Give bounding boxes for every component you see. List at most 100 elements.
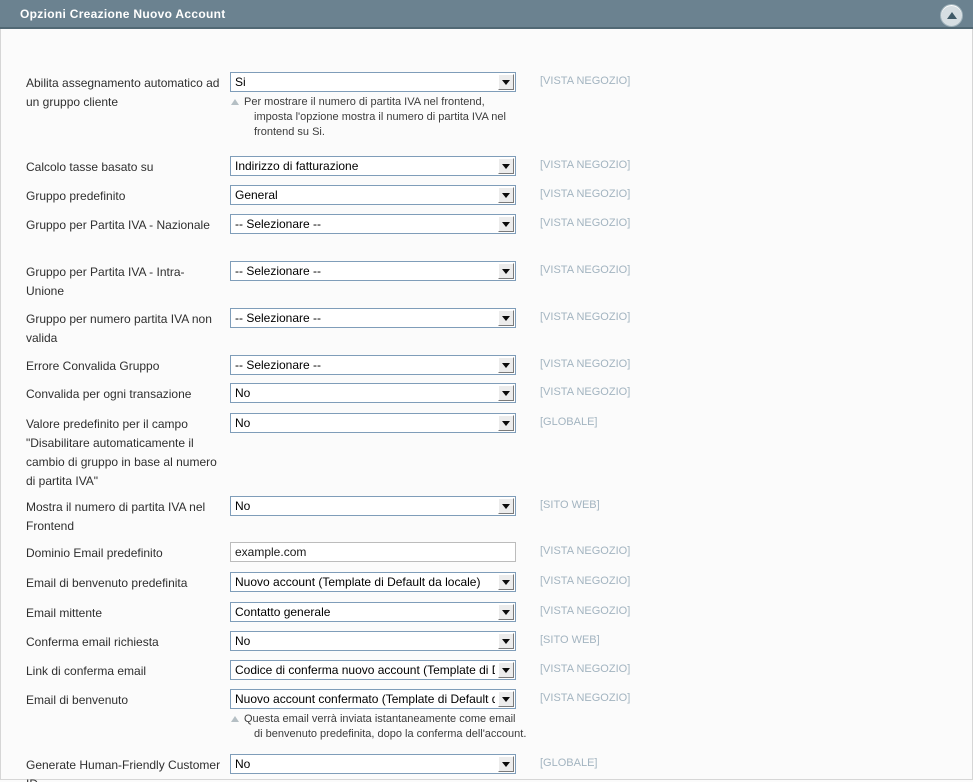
field-control [230,542,516,562]
chevron-down-icon[interactable] [498,357,514,373]
field-label: Abilita assegnamento automatico ad un gr… [26,76,220,109]
triangle-down-icon [502,503,510,509]
hint-line: Questa email verrà inviata istantaneamen… [244,713,516,725]
field-label: Calcolo tasse basato su [26,160,154,174]
chevron-down-icon[interactable] [498,574,514,590]
scope-label: [VISTA NEGOZIO] [540,75,631,87]
select-dropdown[interactable]: No [230,754,516,774]
triangle-down-icon [502,609,510,615]
triangle-down-icon [502,362,510,368]
field-control: No [230,754,516,774]
triangle-down-icon [502,163,510,169]
field-control: No [230,413,516,433]
select-dropdown[interactable]: General [230,185,516,205]
chevron-down-icon[interactable] [498,310,514,326]
page-title: Opzioni Creazione Nuovo Account [20,6,226,21]
chevron-down-icon[interactable] [498,498,514,514]
scope-label: [VISTA NEGOZIO] [540,386,631,398]
select-dropdown[interactable]: Contatto generale [230,602,516,622]
scope-label: [VISTA NEGOZIO] [540,188,631,200]
chevron-down-icon[interactable] [498,415,514,431]
select-dropdown[interactable]: -- Selezionare -- [230,355,516,375]
scope-label: [VISTA NEGOZIO] [540,663,631,675]
field-control: General [230,185,516,205]
chevron-down-icon[interactable] [498,633,514,649]
triangle-down-icon [502,761,510,767]
triangle-down-icon [502,638,510,644]
select-value: No [235,634,251,648]
triangle-down-icon [502,390,510,396]
field-control: No [230,383,516,403]
new-account-options-fieldset: Opzioni Creazione Nuovo Account Abilita … [0,0,973,782]
select-dropdown[interactable]: No [230,496,516,516]
scope-label: [VISTA NEGOZIO] [540,692,631,704]
field-label: Convalida per ogni transazione [26,387,192,401]
scope-label: [SITO WEB] [540,634,600,646]
field-control: No [230,631,516,651]
scope-label: [VISTA NEGOZIO] [540,545,631,557]
hint-line: frontend su Si. [254,126,325,138]
field-control: Contatto generale [230,602,516,622]
triangle-up-bullet-icon [231,99,239,105]
chevron-down-icon[interactable] [498,756,514,772]
field-control: Nuovo account confermato (Template di De… [230,689,526,742]
collapse-toggle-button[interactable] [940,4,963,27]
field-label: Dominio Email predefinito [26,546,163,560]
select-value: -- Selezionare -- [235,217,322,231]
select-value: Si [235,75,246,89]
fieldset-header: Opzioni Creazione Nuovo Account [0,0,973,29]
field-label: Email mittente [26,606,103,620]
field-hint: Questa email verrà inviata istantaneamen… [230,712,544,742]
chevron-down-icon[interactable] [498,385,514,401]
chevron-down-icon[interactable] [498,263,514,279]
select-dropdown[interactable]: -- Selezionare -- [230,214,516,234]
hint-line: imposta l'opzione mostra il numero di pa… [254,111,506,123]
text-input[interactable] [230,542,516,562]
triangle-up-bullet-icon [231,716,239,722]
field-control: -- Selezionare -- [230,214,516,234]
select-dropdown[interactable]: No [230,383,516,403]
select-value: -- Selezionare -- [235,264,322,278]
scope-label: [VISTA NEGOZIO] [540,575,631,587]
chevron-down-icon[interactable] [498,216,514,232]
select-dropdown[interactable]: Nuovo account confermato (Template di De… [230,689,516,709]
select-value: Nuovo account (Template di Default da lo… [235,575,481,589]
select-dropdown[interactable]: No [230,631,516,651]
chevron-down-icon[interactable] [498,604,514,620]
select-dropdown[interactable]: Codice di conferma nuovo account (Templa… [230,660,516,680]
field-label: Email di benvenuto predefinita [26,576,188,590]
triangle-down-icon [502,268,510,274]
select-value: General [235,188,278,202]
field-label: Email di benvenuto [26,693,129,707]
scope-label: [GLOBALE] [540,757,598,769]
field-control: Codice di conferma nuovo account (Templa… [230,660,516,680]
scope-label: [VISTA NEGOZIO] [540,605,631,617]
hint-line: di benvenuto predefinita, dopo la confer… [254,728,527,740]
select-dropdown[interactable]: Indirizzo di fatturazione [230,156,516,176]
chevron-down-icon[interactable] [498,662,514,678]
select-dropdown[interactable]: -- Selezionare -- [230,308,516,328]
chevron-down-icon[interactable] [498,158,514,174]
select-value: No [235,499,251,513]
chevron-down-icon[interactable] [498,74,514,90]
scope-label: [VISTA NEGOZIO] [540,358,631,370]
field-hint: Per mostrare il numero di partita IVA ne… [230,95,544,140]
select-dropdown[interactable]: Nuovo account (Template di Default da lo… [230,572,516,592]
scope-label: [VISTA NEGOZIO] [540,217,631,229]
chevron-down-icon[interactable] [498,691,514,707]
select-value: Codice di conferma nuovo account (Templa… [235,663,495,677]
chevron-down-icon[interactable] [498,187,514,203]
scope-label: [VISTA NEGOZIO] [540,311,631,323]
scope-label: [VISTA NEGOZIO] [540,159,631,171]
field-label: Errore Convalida Gruppo [26,359,160,373]
select-dropdown[interactable]: -- Selezionare -- [230,261,516,281]
scope-label: [SITO WEB] [540,499,600,511]
triangle-down-icon [502,579,510,585]
field-label: Conferma email richiesta [26,635,159,649]
triangle-down-icon [502,420,510,426]
select-value: Contatto generale [235,605,331,619]
select-dropdown[interactable]: Si [230,72,516,92]
select-dropdown[interactable]: No [230,413,516,433]
select-value: -- Selezionare -- [235,311,322,325]
triangle-down-icon [502,79,510,85]
